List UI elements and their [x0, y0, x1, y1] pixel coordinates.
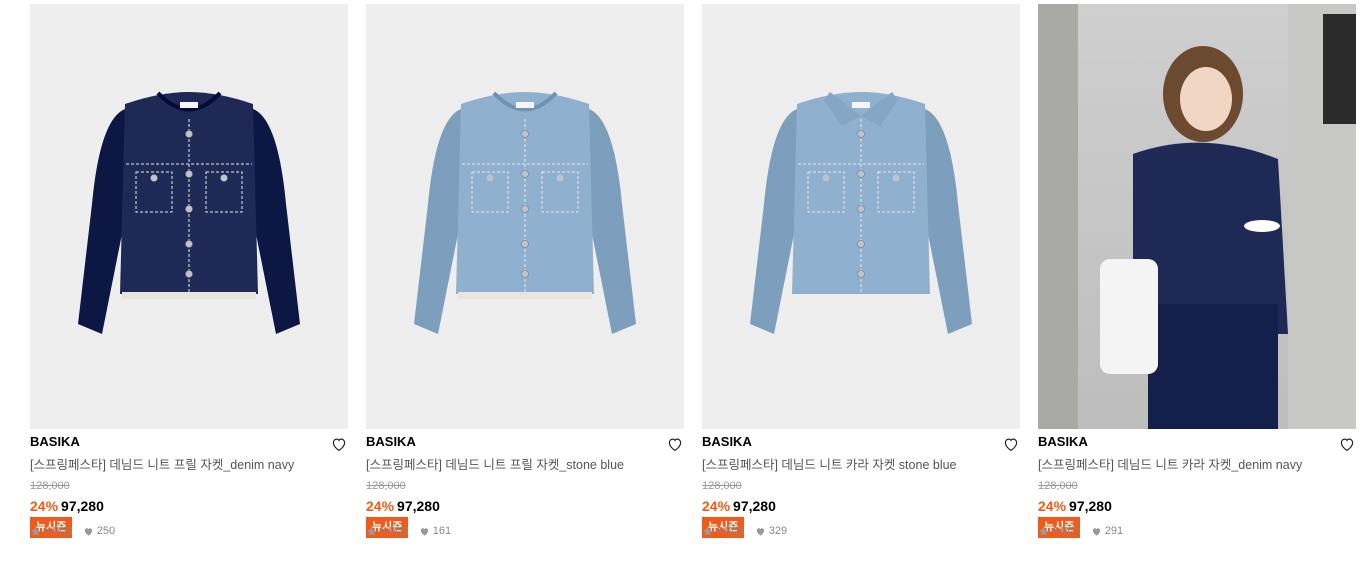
review-count: (7) [1067, 525, 1081, 537]
likes-heart-icon [420, 527, 428, 536]
likes-heart-icon [84, 527, 92, 536]
rating-value: 5.0 [44, 525, 60, 537]
discount-rate: 24% [366, 498, 395, 514]
sale-price: 97,280 [397, 498, 440, 514]
original-price: 128,000 [30, 480, 70, 492]
review-count: (5) [731, 525, 745, 537]
review-count: (2) [395, 525, 409, 537]
product-card[interactable]: 뉴시즌 BASIKA [스프링페스타] 데님드 니트 카라 자켓_denim n… [1038, 4, 1356, 538]
product-image[interactable] [702, 4, 1020, 429]
star-icon [1038, 526, 1049, 536]
original-price: 128,000 [1038, 480, 1078, 492]
like-count: 161 [432, 525, 452, 537]
product-title[interactable]: [스프링페스타] 데님드 니트 카라 자켓 stone blue [702, 456, 1020, 474]
jacket-illustration [750, 92, 972, 334]
product-image[interactable] [366, 4, 684, 429]
sale-price: 97,280 [1069, 498, 1112, 514]
brand-name[interactable]: BASIKA [366, 433, 684, 451]
brand-name[interactable]: BASIKA [1038, 433, 1356, 451]
star-icon [366, 526, 377, 536]
rating-value: 4.8 [716, 525, 732, 537]
product-title[interactable]: [스프링페스타] 데님드 니트 카라 자켓_denim navy [1038, 456, 1356, 474]
original-price: 128,000 [366, 480, 406, 492]
product-grid: 뉴시즌 BASIKA [스프링페스타] 데님드 니트 프릴 자켓_denim n… [30, 4, 1356, 538]
product-title[interactable]: [스프링페스타] 데님드 니트 프릴 자켓_stone blue [366, 456, 684, 474]
rating-value: 4.9 [1052, 525, 1068, 537]
like-count: 250 [96, 525, 116, 537]
jacket-illustration [78, 91, 300, 334]
product-image[interactable] [1038, 4, 1356, 429]
like-count: 291 [1104, 525, 1124, 537]
brand-name[interactable]: BASIKA [30, 433, 348, 451]
review-count: (2) [59, 525, 73, 537]
star-icon [702, 526, 713, 536]
product-card[interactable]: 뉴시즌 BASIKA [스프링페스타] 데님드 니트 카라 자켓 stone b… [702, 4, 1020, 538]
product-card[interactable]: 뉴시즌 BASIKA [스프링페스타] 데님드 니트 프릴 자켓_denim n… [30, 4, 348, 538]
discount-rate: 24% [702, 498, 731, 514]
wishlist-heart-icon[interactable] [666, 435, 684, 453]
product-image[interactable] [30, 4, 348, 429]
discount-rate: 24% [1038, 498, 1067, 514]
original-price: 128,000 [702, 480, 742, 492]
like-count: 329 [768, 525, 788, 537]
sale-price: 97,280 [733, 498, 776, 514]
product-title[interactable]: [스프링페스타] 데님드 니트 프릴 자켓_denim navy [30, 456, 348, 474]
product-card[interactable]: 뉴시즌 BASIKA [스프링페스타] 데님드 니트 프릴 자켓_stone b… [366, 4, 684, 538]
likes-heart-icon [756, 527, 764, 536]
star-icon [30, 526, 41, 536]
discount-rate: 24% [30, 498, 59, 514]
rating-value: 5.0 [380, 525, 396, 537]
jacket-illustration [414, 91, 636, 334]
wishlist-heart-icon[interactable] [1002, 435, 1020, 453]
wishlist-heart-icon[interactable] [330, 435, 348, 453]
likes-heart-icon [1092, 527, 1100, 536]
brand-name[interactable]: BASIKA [702, 433, 1020, 451]
sale-price: 97,280 [61, 498, 104, 514]
wishlist-heart-icon[interactable] [1338, 435, 1356, 453]
model-photo-illustration [1038, 4, 1356, 429]
